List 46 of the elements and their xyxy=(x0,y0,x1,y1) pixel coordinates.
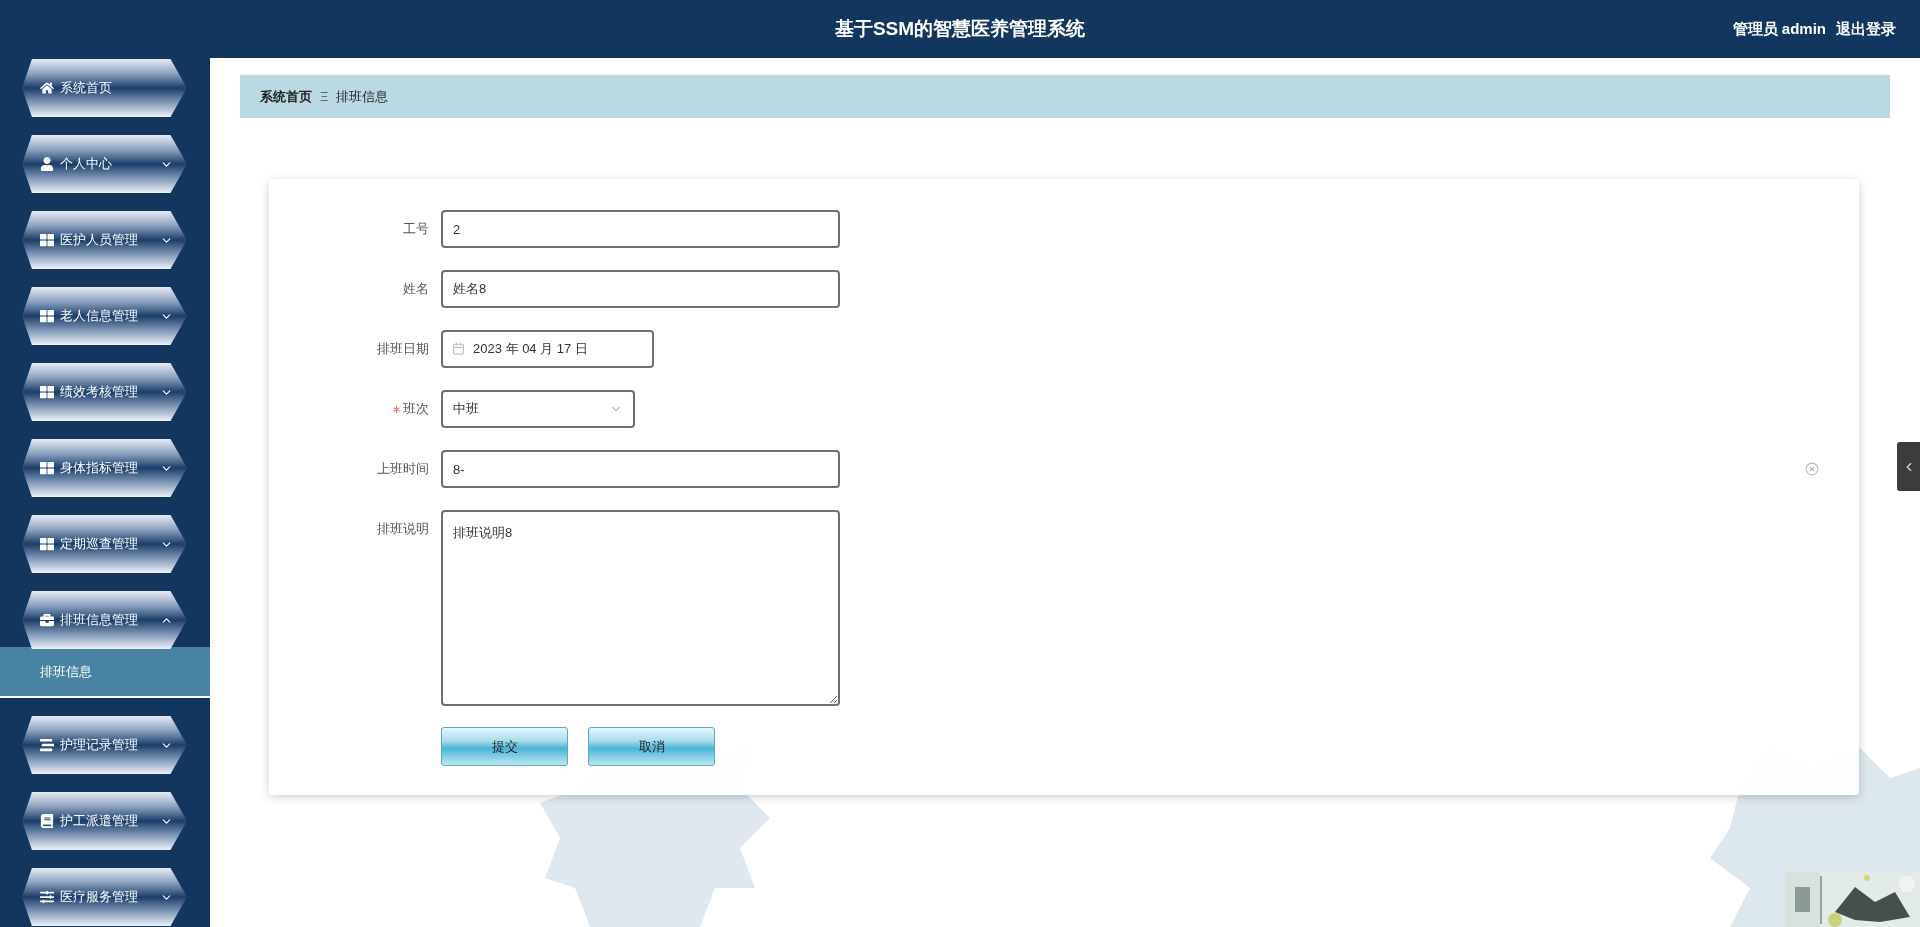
clear-icon[interactable] xyxy=(1805,462,1819,476)
field-label: 姓名 xyxy=(403,280,429,298)
sliders-icon xyxy=(40,890,54,904)
sidebar-item[interactable]: 护工派遣管理 xyxy=(22,792,187,850)
date-field[interactable]: 2023 年 04 月 17 日 xyxy=(441,330,654,368)
user-icon xyxy=(40,157,54,171)
text-field[interactable]: 8- xyxy=(441,450,840,488)
field-label: 排班日期 xyxy=(377,340,429,358)
field-label: 上班时间 xyxy=(377,460,429,478)
text-field[interactable]: 姓名8 xyxy=(441,270,840,308)
sidebar-item[interactable]: 护理记录管理 xyxy=(22,716,187,774)
logout-link[interactable]: 退出登录 xyxy=(1836,19,1896,39)
home-icon xyxy=(40,81,54,95)
select-field[interactable]: 中班 xyxy=(441,390,635,428)
grid-icon xyxy=(40,385,54,399)
user-label: 管理员 admin xyxy=(1732,19,1826,39)
grid-icon xyxy=(40,537,54,551)
calendar-icon xyxy=(452,342,465,355)
sidebar-item[interactable]: 老人信息管理 xyxy=(22,287,187,345)
sidebar-item[interactable]: 绩效考核管理 xyxy=(22,363,187,421)
breadcrumb-link[interactable]: 系统首页 xyxy=(260,87,312,106)
text-field[interactable]: 2 xyxy=(441,210,840,248)
side-panel-toggle[interactable] xyxy=(1897,442,1920,491)
book-icon xyxy=(40,814,54,828)
field-label: 排班说明 xyxy=(377,520,429,538)
grid-icon xyxy=(40,233,54,247)
submit-button[interactable]: 提交 xyxy=(441,727,568,766)
sidebar-item[interactable]: 医疗服务管理 xyxy=(22,868,187,926)
sidebar-item[interactable]: 排班信息管理 xyxy=(22,591,187,649)
sidebar-item[interactable]: 系统首页 xyxy=(22,59,187,117)
field-label: 班次 xyxy=(403,400,429,418)
sidebar-item[interactable]: 定期巡查管理 xyxy=(22,515,187,573)
breadcrumb-link[interactable]: 排班信息 xyxy=(336,87,389,106)
sidebar-item[interactable]: 个人中心 xyxy=(22,135,187,193)
sidebar-item[interactable]: 身体指标管理 xyxy=(22,439,187,497)
submenu-item[interactable]: 排班信息 xyxy=(0,647,210,698)
sidebar-item[interactable]: 医护人员管理 xyxy=(22,211,187,269)
field-label: 工号 xyxy=(403,220,429,238)
app-title: 基于SSM的智慧医养管理系统 xyxy=(834,17,1086,41)
grid-icon xyxy=(40,309,54,323)
textarea-field[interactable]: 排班说明8 xyxy=(441,510,840,706)
cancel-button[interactable]: 取消 xyxy=(588,727,715,766)
breadcrumb-separator: Ξ xyxy=(320,89,329,104)
list-icon xyxy=(40,738,54,752)
briefcase-icon xyxy=(40,613,54,627)
grid-icon xyxy=(40,461,54,475)
